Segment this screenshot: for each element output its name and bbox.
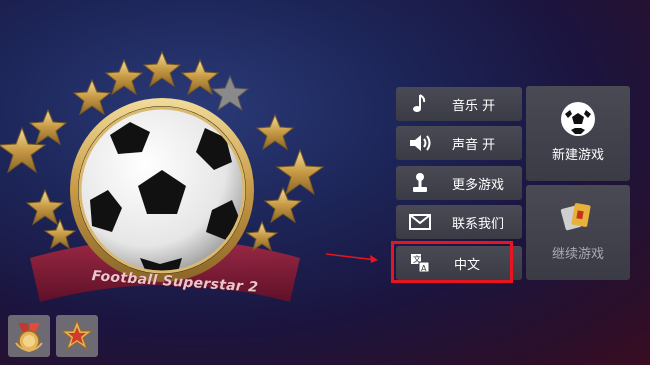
music-toggle-button[interactable]: 音乐 开	[396, 87, 522, 121]
new-game-label: 新建游戏	[551, 148, 604, 163]
red-arrow-icon	[326, 253, 378, 263]
language-highlight-box	[391, 241, 513, 283]
more-games-label: 更多游戏	[452, 177, 505, 193]
medal-badge-button[interactable]	[8, 315, 50, 357]
continue-game-label: 继续游戏	[551, 247, 604, 262]
star-badge-icon	[60, 319, 94, 351]
joystick-icon	[396, 172, 444, 194]
contact-us-button[interactable]: 联系我们	[396, 205, 522, 239]
contact-us-label: 联系我们	[452, 216, 505, 232]
sound-toggle-button[interactable]: 声音 开	[396, 126, 522, 160]
sound-toggle-label: 声音 开	[452, 137, 496, 153]
soccer-ball-icon	[561, 102, 595, 136]
envelope-icon	[396, 214, 444, 230]
music-toggle-label: 音乐 开	[452, 98, 496, 114]
medal-badge-icon	[15, 323, 43, 353]
continue-game-button[interactable]: 继续游戏	[526, 185, 630, 280]
cards-icon	[560, 203, 591, 231]
game-emblem: Football Superstar 2	[0, 40, 330, 320]
speaker-icon	[396, 134, 444, 152]
new-game-button[interactable]: 新建游戏	[526, 86, 630, 181]
star-badge-button[interactable]	[56, 315, 98, 357]
more-games-button[interactable]: 更多游戏	[396, 166, 522, 200]
music-note-icon	[396, 94, 444, 114]
